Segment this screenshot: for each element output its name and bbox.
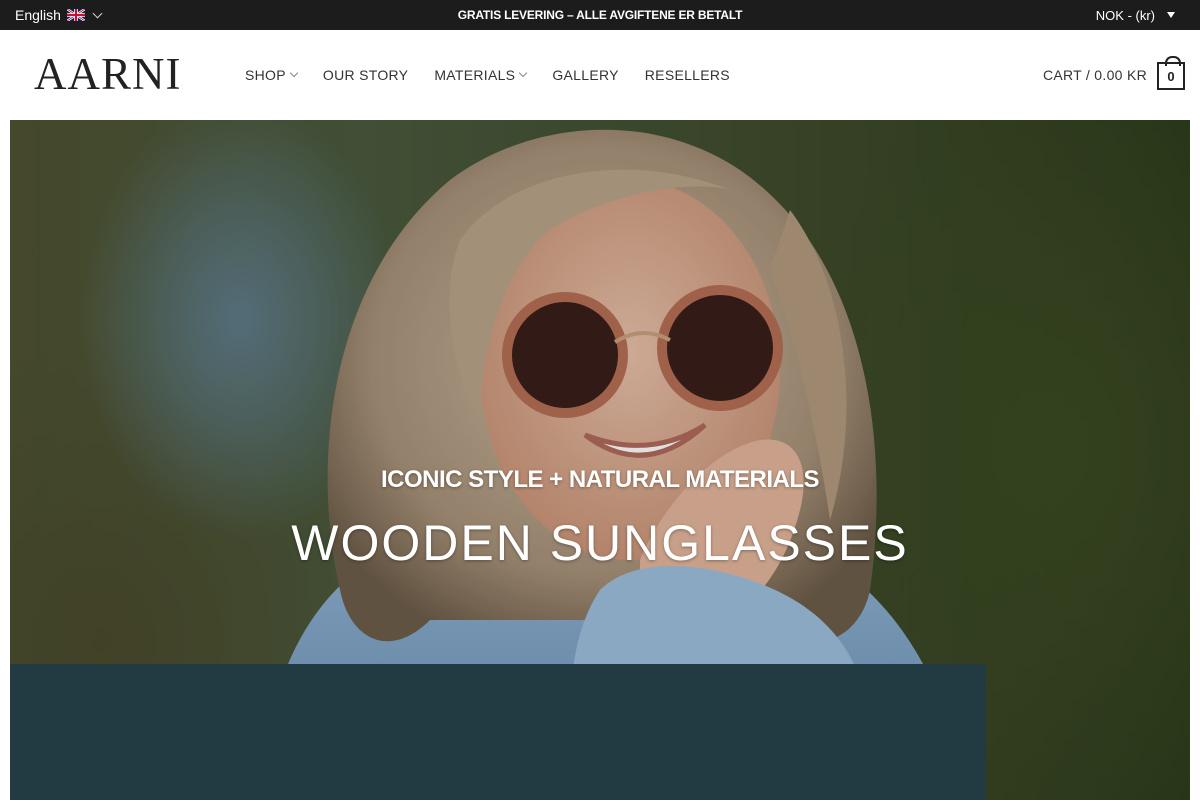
nav-item-label: RESELLERS	[644, 67, 730, 83]
cart-button[interactable]: CART / 0.00 KR 0	[1043, 30, 1185, 120]
site-header: AARNI SHOP OUR STORY MATERIALS GALLERY R…	[0, 30, 1200, 120]
uk-flag-icon	[66, 9, 85, 21]
nav-item-materials[interactable]: MATERIALS	[434, 67, 528, 83]
nav-item-shop[interactable]: SHOP	[245, 67, 299, 83]
overlay-panel	[10, 664, 986, 800]
language-label: English	[15, 7, 61, 23]
nav-item-label: MATERIALS	[434, 67, 516, 83]
main-nav: SHOP OUR STORY MATERIALS GALLERY RESELLE…	[245, 30, 730, 120]
currency-label: NOK - (kr)	[1095, 7, 1155, 23]
currency-selector[interactable]: NOK - (kr)	[1096, 0, 1175, 30]
chevron-down-icon	[92, 8, 103, 18]
top-bar: English GRATIS LEVERING – ALLE AVGIFTENE…	[0, 0, 1200, 30]
site-logo[interactable]: AARNI	[34, 48, 182, 100]
nav-item-resellers[interactable]: RESELLERS	[645, 67, 730, 83]
nav-item-label: GALLERY	[552, 67, 619, 83]
chevron-down-icon	[519, 68, 528, 78]
hero-title: WOODEN SUNGLASSES	[291, 515, 909, 571]
nav-item-our-story[interactable]: OUR STORY	[323, 67, 408, 83]
cart-count: 0	[1167, 68, 1175, 84]
hero-kicker: ICONIC STYLE + NATURAL MATERIALS	[380, 466, 820, 493]
shopping-bag-icon: 0	[1157, 56, 1185, 90]
language-selector[interactable]: English	[15, 0, 103, 30]
promo-banner-text: GRATIS LEVERING – ALLE AVGIFTENE ER BETA…	[457, 8, 743, 22]
caret-down-icon	[1167, 12, 1175, 18]
nav-item-label: OUR STORY	[322, 67, 409, 83]
cart-label: CART / 0.00 KR	[1042, 67, 1147, 83]
chevron-down-icon	[289, 68, 299, 78]
nav-item-gallery[interactable]: GALLERY	[552, 67, 618, 83]
nav-item-label: SHOP	[245, 67, 286, 83]
